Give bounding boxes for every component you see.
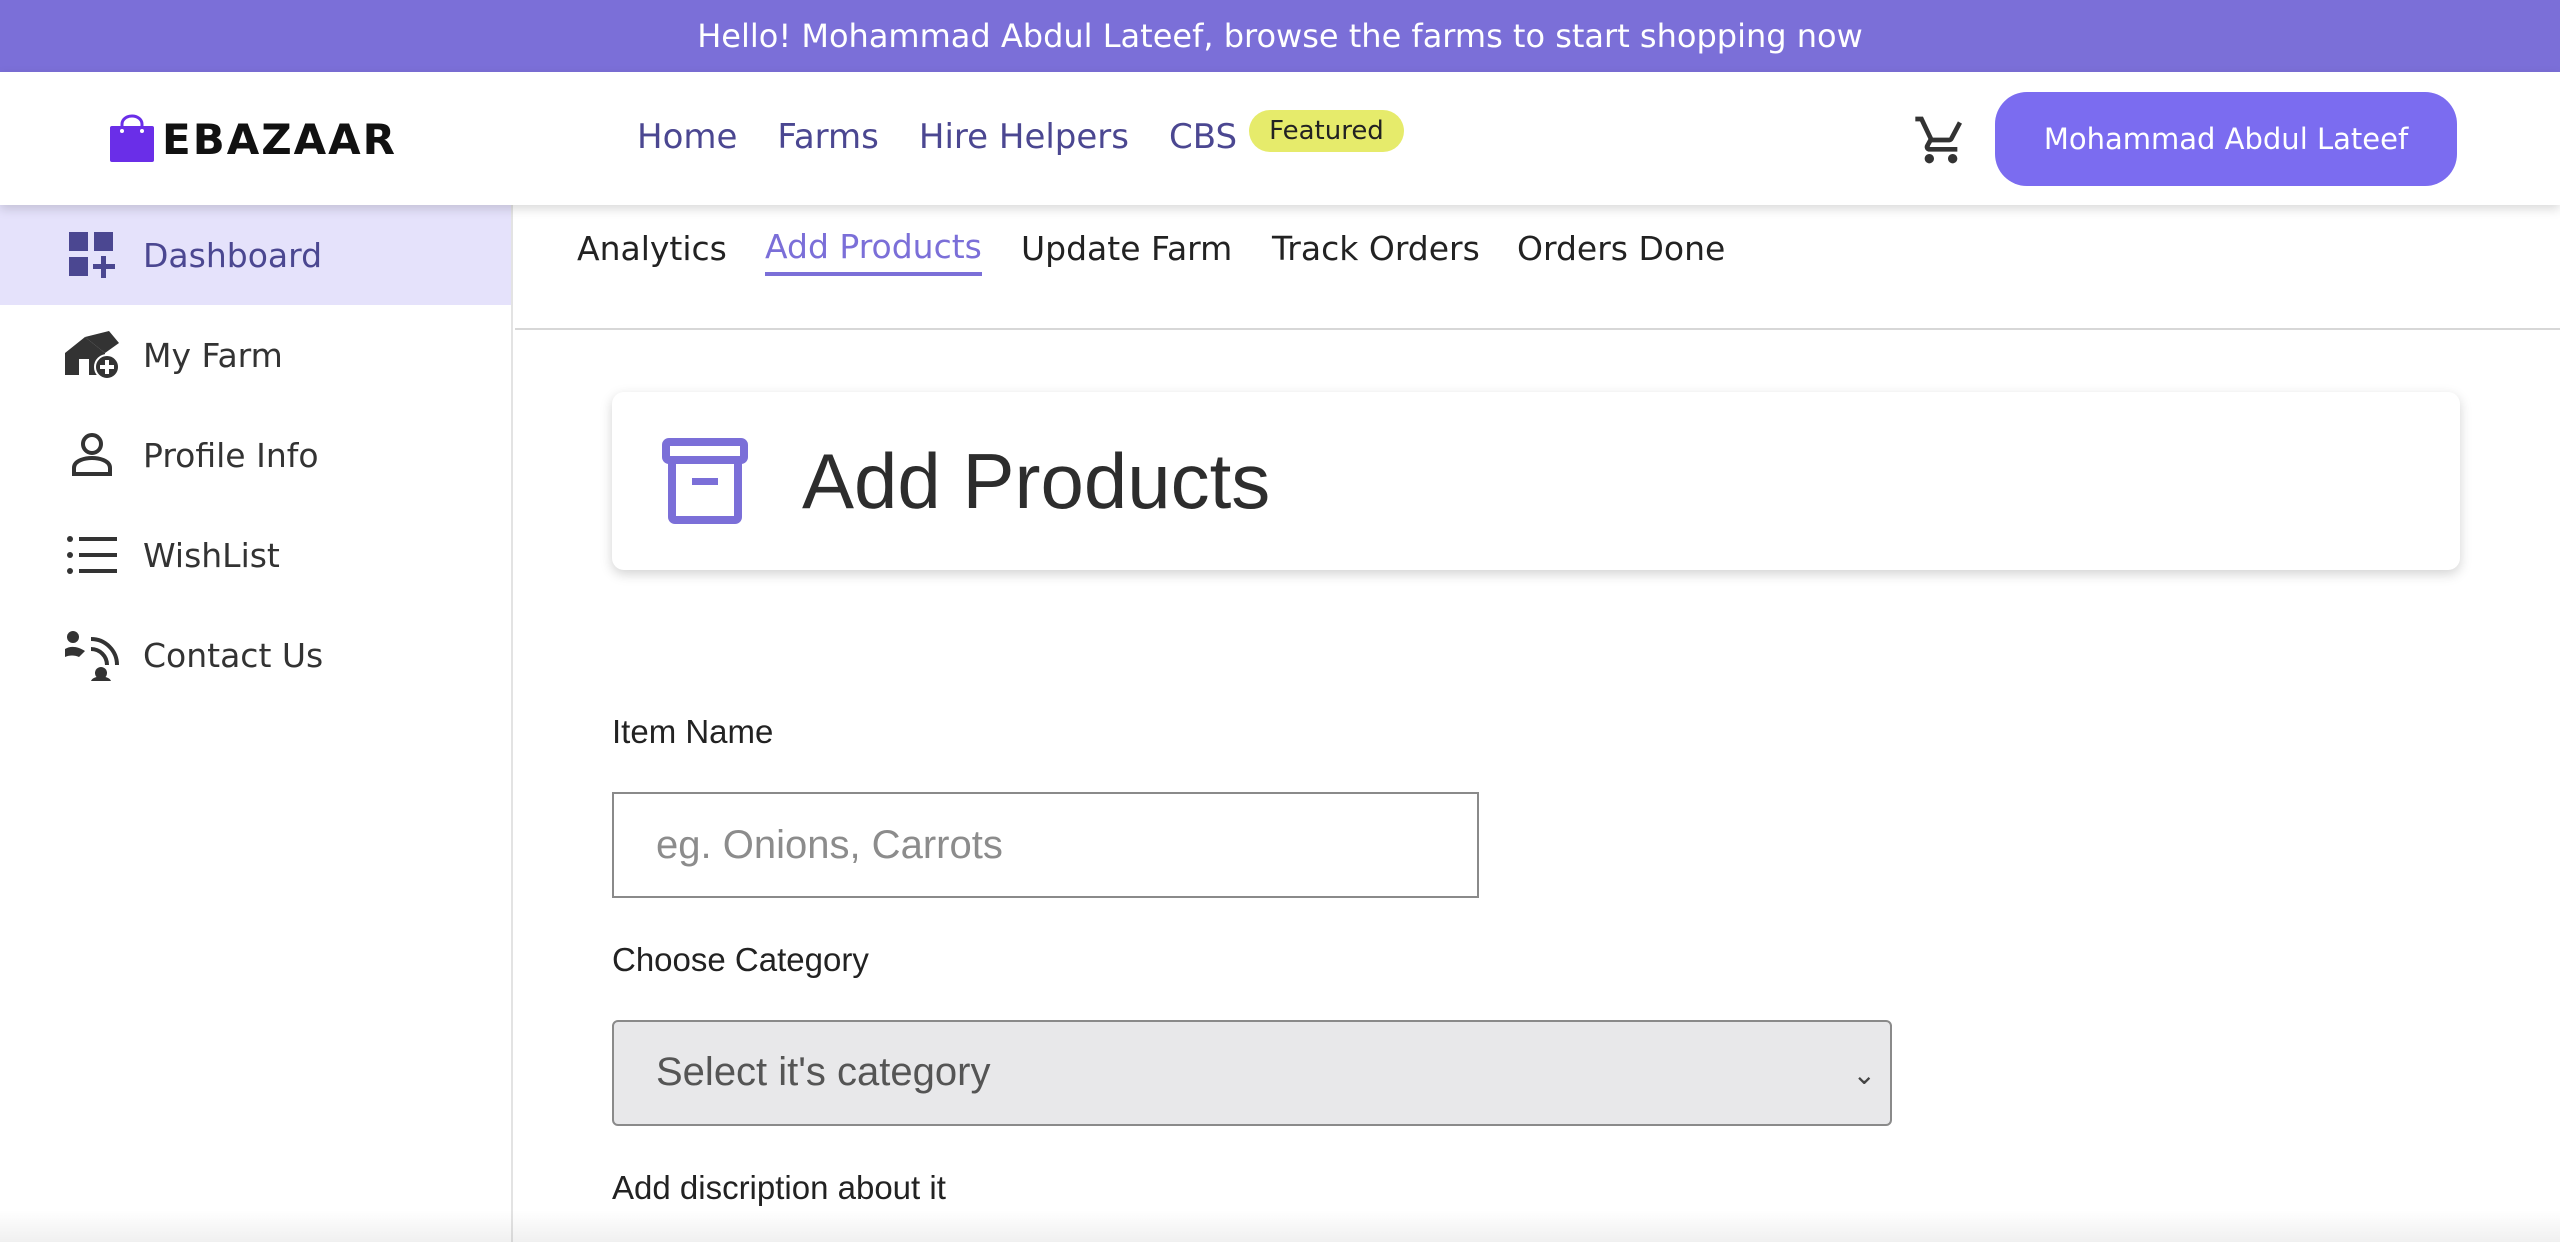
main-nav: Home Farms Hire Helpers CBS Featured: [637, 110, 1404, 158]
sidebar-item-dashboard[interactable]: Dashboard: [0, 205, 511, 305]
top-navbar: EBAZAAR Home Farms Hire Helpers CBS Feat…: [0, 72, 2560, 205]
dashboard-tabs: Analytics Add Products Update Farm Track…: [515, 205, 2560, 330]
page-title-card: Add Products: [612, 392, 2460, 570]
list-icon: [62, 525, 122, 585]
cart-icon[interactable]: [1913, 112, 1969, 168]
sidebar-item-my-farm[interactable]: My Farm: [0, 305, 511, 405]
user-account-button[interactable]: Mohammad Abdul Lateef: [1995, 92, 2457, 186]
nav-cbs[interactable]: CBS: [1169, 117, 1237, 157]
logo-text: EBAZAAR: [162, 114, 398, 164]
item-name-input[interactable]: [612, 792, 1479, 898]
tab-orders-done[interactable]: Orders Done: [1517, 229, 1725, 274]
category-select-value: Select it's category: [656, 1050, 991, 1094]
welcome-banner: Hello! Mohammad Abdul Lateef, browse the…: [0, 0, 2560, 72]
nav-farms[interactable]: Farms: [777, 117, 879, 157]
sidebar-item-label: Profile Info: [143, 435, 319, 475]
sidebar-item-label: WishList: [143, 535, 280, 575]
person-icon: [62, 425, 122, 485]
tab-analytics[interactable]: Analytics: [577, 229, 727, 274]
sidebar-item-contact-us[interactable]: Contact Us: [0, 605, 511, 705]
item-name-label: Item Name: [612, 713, 774, 750]
ebazaar-logo[interactable]: EBAZAAR: [108, 112, 397, 166]
sidebar: Dashboard My Farm Profile Info WishList …: [0, 205, 513, 1242]
featured-badge: Featured: [1249, 110, 1404, 152]
shopping-bag-icon: [110, 114, 154, 162]
bottom-shadow: [0, 1210, 2560, 1242]
sidebar-item-label: My Farm: [143, 335, 283, 375]
nav-home[interactable]: Home: [637, 117, 737, 157]
farm-add-icon: [62, 325, 122, 385]
sidebar-item-label: Dashboard: [143, 235, 323, 275]
tab-add-products[interactable]: Add Products: [765, 227, 982, 276]
sidebar-item-wishlist[interactable]: WishList: [0, 505, 511, 605]
description-label: Add discription about it: [612, 1169, 946, 1206]
sidebar-item-profile-info[interactable]: Profile Info: [0, 405, 511, 505]
archive-icon: [662, 438, 748, 524]
chevron-down-icon: ⌄: [1852, 1058, 1876, 1091]
tab-track-orders[interactable]: Track Orders: [1272, 229, 1480, 274]
contact-wave-icon: [62, 625, 122, 685]
tab-update-farm[interactable]: Update Farm: [1021, 229, 1232, 274]
category-select[interactable]: Select it's category ⌄: [612, 1020, 1892, 1126]
dashboard-add-icon: [62, 225, 122, 285]
category-label: Choose Category: [612, 941, 869, 978]
nav-hire-helpers[interactable]: Hire Helpers: [919, 117, 1129, 157]
sidebar-item-label: Contact Us: [143, 635, 324, 675]
page-title: Add Products: [802, 437, 1271, 525]
banner-text: Hello! Mohammad Abdul Lateef, browse the…: [697, 17, 1863, 55]
nav-cbs-group: CBS Featured: [1169, 110, 1404, 158]
